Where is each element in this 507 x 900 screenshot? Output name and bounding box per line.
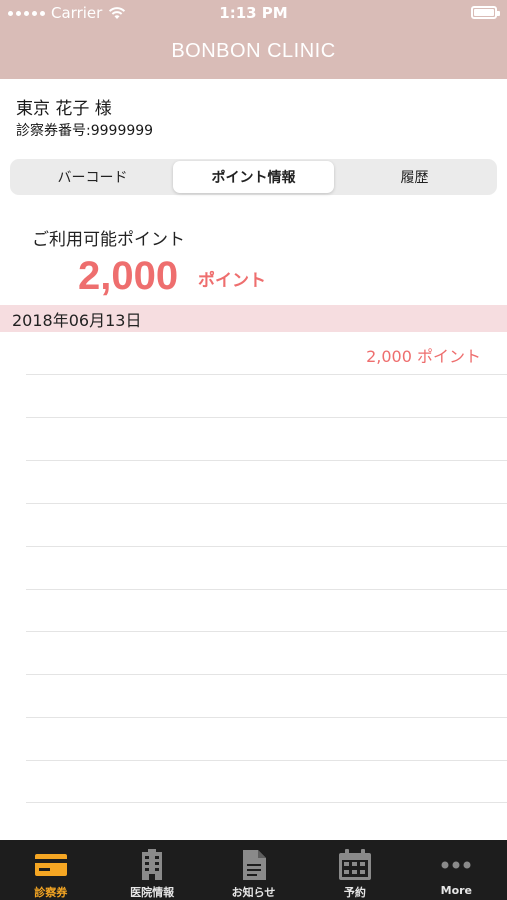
row-divider	[26, 717, 507, 718]
history-date-header: 2018年06月13日	[0, 305, 507, 332]
tab-label: More	[440, 884, 473, 897]
row-divider	[26, 546, 507, 547]
row-divider	[26, 503, 507, 504]
tab-more[interactable]: More	[406, 840, 507, 900]
tab-label: お知らせ	[231, 886, 276, 899]
segment-history[interactable]: 履歴	[334, 161, 495, 193]
row-divider	[26, 460, 507, 461]
tab-patient-card[interactable]: 診察券	[0, 840, 101, 900]
patient-card-number: 診察券番号:9999999	[16, 123, 154, 139]
calendar-icon	[338, 849, 371, 880]
card-icon	[34, 854, 67, 876]
segmented-control: バーコード ポイント情報 履歴	[10, 159, 497, 195]
segment-point-info[interactable]: ポイント情報	[173, 161, 334, 193]
building-icon	[142, 849, 163, 880]
more-icon	[441, 861, 471, 869]
tab-label: 診察券	[34, 886, 68, 899]
tab-bar: 診察券 医院情報 お知らせ 予約 More	[0, 840, 507, 900]
tab-label: 予約	[343, 886, 366, 899]
row-divider	[26, 760, 507, 761]
battery-icon	[471, 6, 500, 19]
segment-barcode[interactable]: バーコード	[12, 161, 173, 193]
available-points-unit: ポイント	[198, 271, 266, 291]
tab-label: 医院情報	[130, 886, 175, 899]
available-points-label: ご利用可能ポイント	[32, 230, 185, 250]
status-time: 1:13 PM	[219, 4, 288, 22]
app-title: BONBON CLINIC	[171, 40, 336, 62]
navigation-header: Carrier 1:13 PM BONBON CLINIC	[0, 0, 507, 79]
history-entry-points: 2,000 ポイント	[366, 347, 481, 366]
row-divider	[26, 674, 507, 675]
row-divider	[26, 374, 507, 375]
row-divider	[26, 589, 507, 590]
tab-notices[interactable]: お知らせ	[203, 840, 304, 900]
document-icon	[242, 850, 266, 880]
row-divider	[26, 417, 507, 418]
patient-name: 東京 花子 様	[16, 99, 112, 119]
available-points-value: 2,000	[78, 254, 179, 298]
row-divider	[26, 802, 507, 803]
status-bar: Carrier 1:13 PM	[0, 0, 507, 26]
tab-reservation[interactable]: 予約	[304, 840, 405, 900]
row-divider	[26, 631, 507, 632]
tab-clinic-info[interactable]: 医院情報	[101, 840, 202, 900]
